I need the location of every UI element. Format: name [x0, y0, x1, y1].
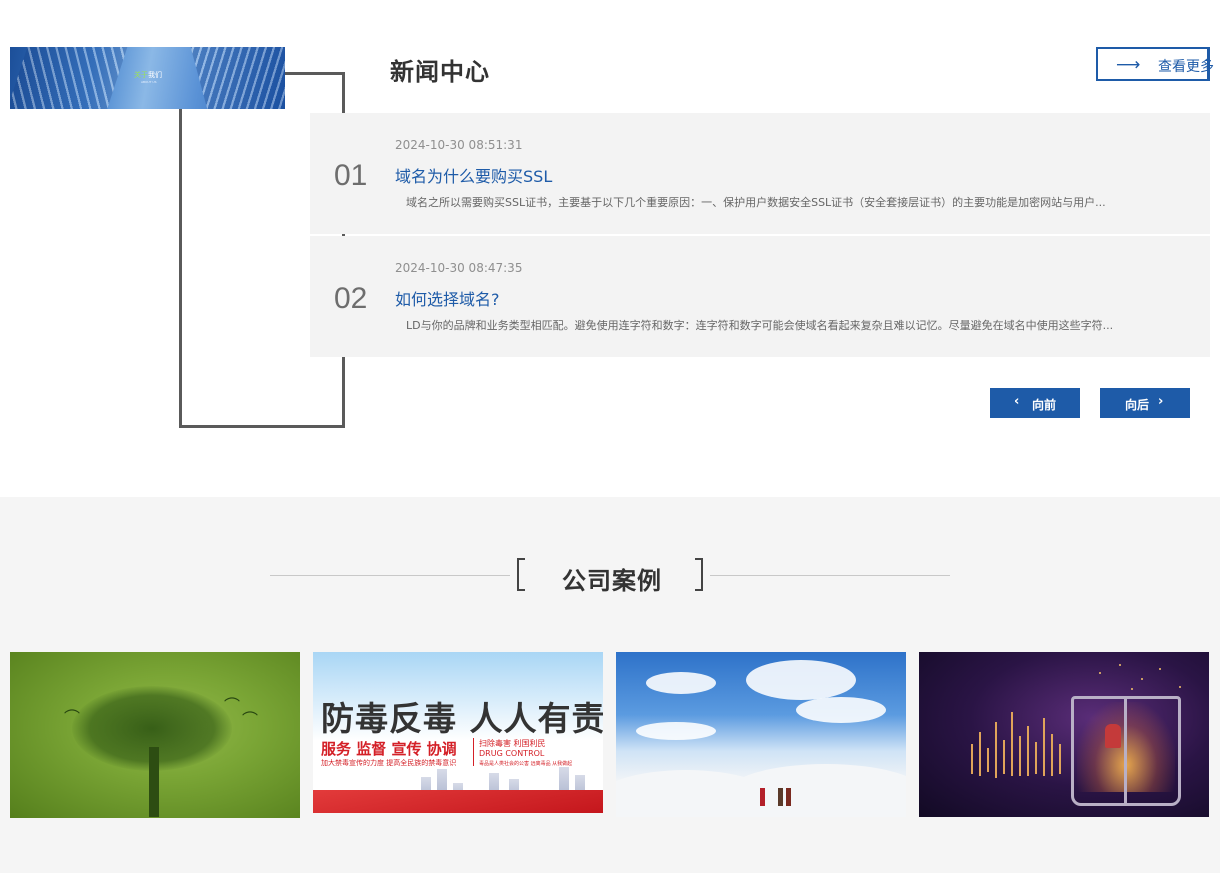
chevron-left-icon: ‹ [1014, 394, 1020, 409]
chevron-right-icon: › [1158, 394, 1164, 409]
light-bar-graphic [1043, 718, 1045, 776]
sparkle-graphic [1159, 668, 1161, 670]
news-item-summary: LD与你的品牌和业务类型相匹配。避免使用连字符和数字：连字符和数字可能会使域名看… [406, 319, 1114, 332]
sparkle-graphic [1119, 664, 1121, 666]
light-bar-graphic [971, 744, 973, 774]
red-ribbon-graphic [313, 790, 603, 813]
case-image-glowing-book[interactable] [919, 652, 1209, 817]
banner-subtitle: ABOUT US [141, 80, 157, 84]
decorative-frame-top [285, 72, 345, 110]
news-list-item[interactable]: 01 2024-10-30 08:51:31 域名为什么要购买SSL 域名之所以… [310, 113, 1210, 234]
news-item-number: 02 [334, 282, 368, 315]
poster-headline: 防毒反毒 人人有责 [321, 699, 603, 738]
poster-subheadline: 服务 监督 宣传 协调 [321, 740, 457, 758]
news-item-date: 2024-10-30 08:51:31 [395, 138, 523, 152]
light-bar-graphic [1027, 726, 1029, 776]
bird-icon: ⌒ [242, 710, 259, 729]
company-cases-section: 公司案例 ⌒ ⌒ ⌒ 防毒反毒 人人有责 服务 监督 宣传 协调 加大禁毒宣传的… [0, 497, 1220, 873]
poster-fineprint: 毒品是人类社会的公害 远离毒品 从我做起 [479, 761, 573, 767]
news-section-title: 新闻中心 [390, 58, 490, 86]
reader-figure [1105, 724, 1121, 748]
light-bar-graphic [1035, 742, 1037, 774]
news-section: 关于我们 ABOUT US 新闻中心 ⟶ 查看更多 01 2024-10-30 … [0, 0, 1220, 497]
sparkle-graphic [1141, 678, 1143, 680]
next-button[interactable]: 向后 › [1100, 388, 1190, 418]
case-image-snow-landscape[interactable] [616, 652, 906, 817]
about-us-banner-image[interactable]: 关于我们 ABOUT US [10, 47, 285, 109]
light-bar-graphic [987, 748, 989, 772]
sparkle-graphic [1099, 672, 1101, 674]
light-bar-graphic [995, 722, 997, 778]
poster-english-label: DRUG CONTROL [479, 749, 545, 758]
bird-icon: ⌒ [64, 708, 81, 727]
case-image-tree[interactable]: ⌒ ⌒ ⌒ [10, 652, 300, 818]
prev-label: 向前 [1032, 398, 1057, 412]
building-right-graphic [187, 47, 285, 109]
news-item-headline-link[interactable]: 域名为什么要购买SSL [395, 163, 552, 187]
news-item-number: 01 [334, 159, 368, 192]
banner-title: 关于我们 [134, 71, 162, 79]
snow-hill-graphic [726, 764, 906, 817]
light-bar-graphic [1051, 734, 1053, 776]
sparkle-graphic [1131, 688, 1133, 690]
poster-caption: 加大禁毒宣传的力度 提高全民族的禁毒意识 [321, 759, 457, 767]
sparkle-graphic [1179, 686, 1181, 688]
view-more-button[interactable]: ⟶ 查看更多 [1096, 47, 1214, 81]
light-bar-graphic [1019, 736, 1021, 776]
title-divider-right [710, 575, 950, 576]
cloud-graphic [636, 722, 716, 740]
light-bar-graphic [1011, 712, 1013, 776]
next-label: 向后 [1125, 398, 1150, 412]
building-left-graphic [10, 47, 131, 109]
poster-divider [473, 738, 474, 766]
cloud-graphic [746, 660, 856, 700]
cases-section-title: 公司案例 [562, 567, 662, 595]
prev-button[interactable]: ‹ 向前 [990, 388, 1080, 418]
bird-icon: ⌒ [224, 696, 241, 715]
book-spine-graphic [1124, 696, 1127, 806]
case-image-anti-drug-poster[interactable]: 防毒反毒 人人有责 服务 监督 宣传 协调 加大禁毒宣传的力度 提高全民族的禁毒… [313, 652, 603, 813]
person-figure [778, 788, 783, 806]
poster-slogan: 扫除毒害 利国利民 [479, 739, 546, 748]
view-more-label: 查看更多 [1158, 59, 1214, 75]
news-item-date: 2024-10-30 08:47:35 [395, 261, 523, 275]
light-bar-graphic [1003, 740, 1005, 774]
person-figure [786, 788, 791, 806]
news-item-summary: 域名之所以需要购买SSL证书，主要基于以下几个重要原因：一、保护用户数据安全SS… [406, 196, 1106, 209]
title-bracket-left [517, 558, 525, 591]
cloud-graphic [646, 672, 716, 694]
light-bar-graphic [979, 732, 981, 776]
title-divider-left [270, 575, 510, 576]
tree-trunk-graphic [149, 747, 159, 817]
arrow-right-icon: ⟶ [1116, 55, 1141, 75]
light-bar-graphic [1059, 744, 1061, 774]
cloud-graphic [796, 697, 886, 723]
title-bracket-right [695, 558, 703, 591]
news-item-headline-link[interactable]: 如何选择域名? [395, 286, 500, 310]
news-list-item[interactable]: 02 2024-10-30 08:47:35 如何选择域名? LD与你的品牌和业… [310, 236, 1210, 357]
person-figure [760, 788, 765, 806]
